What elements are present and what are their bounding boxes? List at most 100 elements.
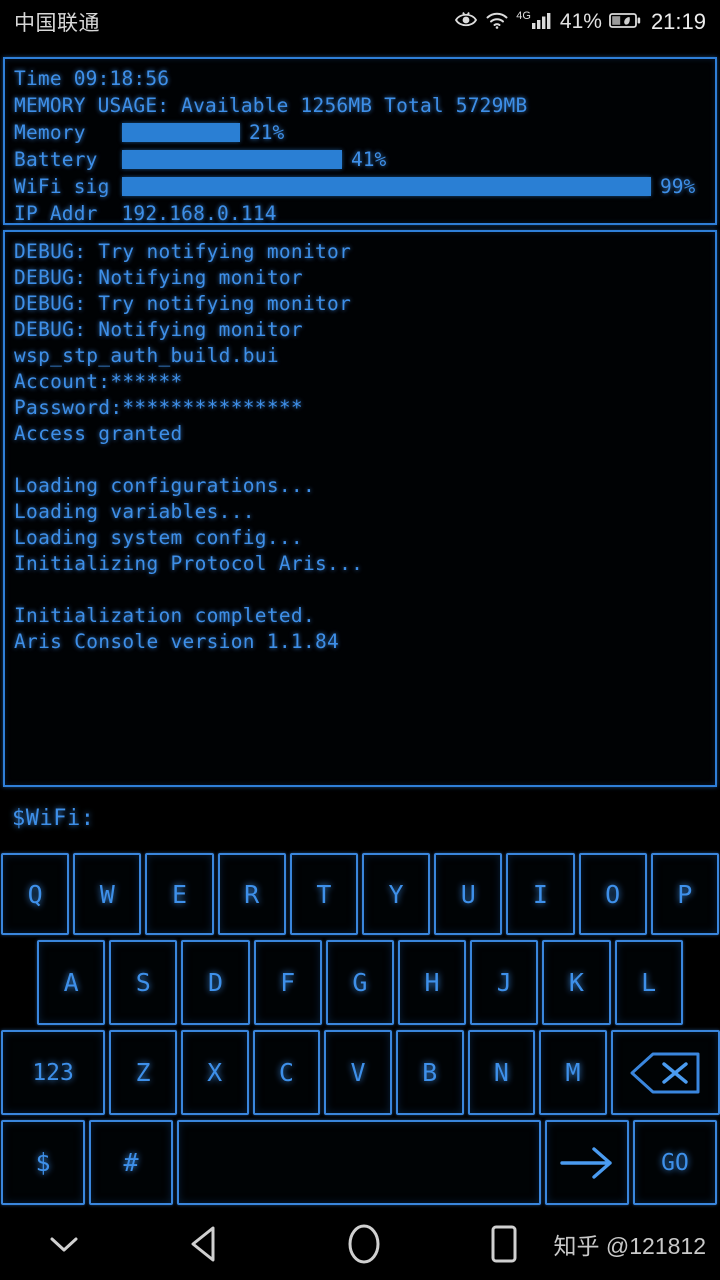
key-enter-arrow-icon[interactable]	[545, 1120, 629, 1205]
terminal-line: Initializing Protocol Aris...	[14, 552, 364, 575]
memory-usage-line: MEMORY USAGE: Available 1256MB Total 572…	[14, 94, 528, 117]
keyboard-row-1: QWE R T YUI O P	[0, 853, 720, 935]
wifi-icon	[485, 10, 509, 35]
key-label: E	[171, 879, 187, 909]
battery-bar-label: Battery	[14, 148, 98, 171]
recents-square-icon[interactable]	[444, 1224, 564, 1264]
terminal-output-panel[interactable]: DEBUG: Try notifying monitor DEBUG: Notif…	[3, 230, 717, 787]
key-r[interactable]: R	[217, 853, 286, 935]
key-label: D	[207, 968, 223, 997]
home-circle-icon[interactable]	[284, 1222, 444, 1266]
key-backspace-icon[interactable]	[610, 1030, 720, 1115]
key-u[interactable]: U	[434, 853, 503, 935]
battery-saver-icon	[609, 10, 641, 35]
chevron-down-icon[interactable]	[4, 1232, 124, 1256]
key-s[interactable]: S	[109, 940, 178, 1025]
key-e[interactable]: E	[145, 853, 214, 935]
network-type-label: 4G	[516, 9, 531, 22]
terminal-line: DEBUG: Notifying monitor	[14, 266, 303, 289]
key-label: O	[605, 879, 621, 909]
key-k[interactable]: K	[542, 940, 611, 1025]
key-label: H	[424, 968, 440, 997]
key-numeric-switch[interactable]: 123	[1, 1030, 106, 1115]
key-label: 123	[32, 1059, 74, 1086]
key-q[interactable]: Q	[1, 853, 70, 935]
memory-bar-fill	[122, 123, 240, 142]
key-g[interactable]: G	[325, 940, 394, 1025]
ip-address-line: IP Addr 192.168.0.114	[14, 200, 706, 227]
signal-bars-icon	[531, 10, 553, 35]
terminal-line: Loading configurations...	[14, 474, 315, 497]
terminal-line: Initialization completed.	[14, 604, 315, 627]
terminal-line: Loading variables...	[14, 500, 255, 523]
key-label: Q	[27, 879, 43, 909]
time-line: Time 09:18:56	[14, 67, 170, 90]
clock-label: 21:19	[650, 9, 706, 34]
key-w[interactable]: W	[73, 853, 142, 935]
keyboard-row-3: 123 Z X C V B N M	[0, 1030, 720, 1115]
key-h[interactable]: H	[397, 940, 467, 1025]
key-f[interactable]: F	[253, 940, 322, 1025]
command-prompt[interactable]: $WiFi:	[12, 806, 94, 831]
key-z[interactable]: Z	[109, 1030, 177, 1115]
key-a[interactable]: A	[37, 940, 106, 1025]
terminal-line: Access granted	[14, 422, 183, 445]
key-p[interactable]: P	[650, 853, 719, 935]
key-hash[interactable]: #	[89, 1120, 173, 1205]
wifi-bar-track	[122, 177, 651, 196]
key-o[interactable]: O	[578, 853, 647, 935]
key-b[interactable]: B	[395, 1030, 464, 1115]
key-label: L	[641, 968, 657, 997]
key-label: M	[565, 1058, 581, 1087]
key-m[interactable]: M	[539, 1030, 607, 1115]
ip-value: 192.168.0.114	[121, 202, 277, 225]
wifi-bar-row: WiFi sig 99%	[14, 173, 706, 200]
key-v[interactable]: V	[324, 1030, 392, 1115]
key-label: P	[677, 879, 693, 909]
key-label: J	[496, 968, 512, 997]
key-label: $	[35, 1148, 51, 1177]
keyboard-row-4: $ # GO	[0, 1120, 720, 1205]
key-label: T	[316, 879, 332, 909]
battery-bar-row: Battery 41%	[14, 146, 706, 173]
key-label: X	[207, 1058, 223, 1087]
key-x[interactable]: X	[180, 1030, 249, 1115]
phone-screen: 中国联通 4G 41% 21:19 Time 09:18:56 MEMORY U…	[0, 0, 720, 1280]
android-navigation-bar: 知乎 @121812	[0, 1208, 720, 1280]
key-label: I	[532, 879, 548, 909]
terminal-line: wsp_stp_auth_build.bui	[14, 344, 279, 367]
back-triangle-icon[interactable]	[124, 1225, 284, 1263]
key-label: S	[135, 968, 151, 997]
key-l[interactable]: L	[614, 940, 683, 1025]
eye-comfort-icon	[454, 10, 478, 35]
battery-bar-percent: 41%	[351, 148, 387, 171]
terminal-line: Loading system config...	[14, 526, 303, 549]
key-go[interactable]: GO	[633, 1120, 717, 1205]
key-t[interactable]: T	[289, 853, 358, 935]
key-label: K	[568, 968, 584, 997]
key-j[interactable]: J	[470, 940, 539, 1025]
system-stats-panel: Time 09:18:56 MEMORY USAGE: Available 12…	[3, 57, 717, 225]
key-label: F	[280, 968, 296, 997]
status-bar: 中国联通 4G 41% 21:19	[0, 0, 720, 44]
key-y[interactable]: Y	[361, 853, 431, 935]
terminal-line: Aris Console version 1.1.84	[14, 630, 340, 653]
key-label: #	[123, 1148, 139, 1177]
key-label: Y	[388, 879, 404, 909]
key-space[interactable]	[177, 1120, 541, 1205]
wifi-bar-percent: 99%	[660, 175, 696, 198]
key-n[interactable]: N	[467, 1030, 536, 1115]
key-label: R	[244, 879, 260, 909]
terminal-line: DEBUG: Try notifying monitor	[14, 240, 352, 263]
battery-percent-label: 41%	[559, 10, 602, 33]
key-dollar[interactable]: $	[1, 1120, 85, 1205]
key-label: B	[422, 1058, 438, 1087]
key-d[interactable]: D	[181, 940, 250, 1025]
memory-bar-percent: 21%	[249, 121, 285, 144]
memory-bar-label: Memory	[14, 121, 86, 144]
key-c[interactable]: C	[252, 1030, 321, 1115]
terminal-line: DEBUG: Notifying monitor	[14, 318, 303, 341]
key-i[interactable]: I	[506, 853, 575, 935]
